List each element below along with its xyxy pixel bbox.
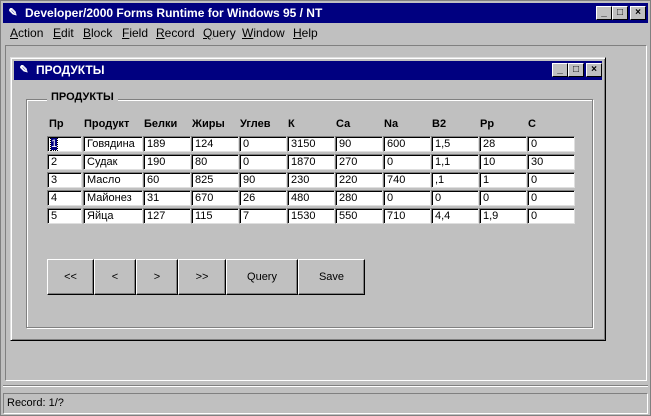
cell-c[interactable]: 0 [527,190,575,206]
cell-protein[interactable]: 31 [143,190,191,206]
col-header-id: Пр [49,118,64,130]
cell-id[interactable]: 5 [47,208,82,224]
cell-fat[interactable]: 124 [191,136,239,152]
query-button[interactable]: Query [226,259,298,295]
cell-carbs[interactable]: 7 [239,208,287,224]
col-header-b2: B2 [432,118,447,130]
cell-ca[interactable]: 90 [335,136,383,152]
cell-fat[interactable]: 80 [191,154,239,170]
cell-ca[interactable]: 220 [335,172,383,188]
cell-pp[interactable]: 0 [479,190,527,206]
cell-id[interactable]: 1 [47,136,82,152]
col-header-carbs: Углев [240,118,271,130]
products-window: ✎ ПРОДУКТЫ _ □ × ПРОДУКТЫ Пр Продукт Бел… [10,57,606,341]
next-record-button[interactable]: > [136,259,178,295]
cell-protein[interactable]: 190 [143,154,191,170]
cell-product[interactable]: Масло [83,172,143,188]
cell-k[interactable]: 3150 [287,136,335,152]
cell-k[interactable]: 1870 [287,154,335,170]
menu-query[interactable]: Query [203,26,236,40]
menu-field[interactable]: Field [122,26,148,40]
cell-b2[interactable]: 0 [431,190,479,206]
menu-edit[interactable]: Edit [53,26,74,40]
cell-b2[interactable]: ,1 [431,172,479,188]
cell-protein[interactable]: 60 [143,172,191,188]
status-bar: Record: 1/? [3,393,648,414]
menu-record[interactable]: Record [156,26,195,40]
cell-na[interactable]: 710 [383,208,431,224]
col-header-protein: Белки [144,118,178,130]
cell-ca[interactable]: 270 [335,154,383,170]
cell-product[interactable]: Майонез [83,190,143,206]
cell-b2[interactable]: 1,1 [431,154,479,170]
cell-id[interactable]: 3 [47,172,82,188]
cell-b2[interactable]: 4,4 [431,208,479,224]
cell-protein[interactable]: 127 [143,208,191,224]
cell-fat[interactable]: 115 [191,208,239,224]
child-close-button[interactable]: × [586,63,602,77]
menu-bar: Action Edit Block Field Record Query Win… [3,23,648,43]
cell-protein[interactable]: 189 [143,136,191,152]
cell-id[interactable]: 4 [47,190,82,206]
cell-product[interactable]: Судак [83,154,143,170]
prev-record-button[interactable]: < [94,259,136,295]
cell-na[interactable]: 0 [383,154,431,170]
cell-fat[interactable]: 670 [191,190,239,206]
cell-pp[interactable]: 28 [479,136,527,152]
col-header-na: Na [384,118,399,130]
cell-c[interactable]: 30 [527,154,575,170]
cell-b2[interactable]: 1,5 [431,136,479,152]
cell-pp[interactable]: 10 [479,154,527,170]
cell-k[interactable]: 1530 [287,208,335,224]
forms-window-icon[interactable]: ✎ [17,63,31,77]
maximize-button[interactable]: □ [612,6,628,20]
col-header-ca: Са [336,118,351,130]
menu-help[interactable]: Help [293,26,318,40]
menu-action[interactable]: Action [10,26,43,40]
products-window-title: ПРОДУКТЫ [36,63,105,77]
menu-block[interactable]: Block [83,26,112,40]
cell-product[interactable]: Говядина [83,136,143,152]
col-header-c: C [528,118,536,130]
menu-window[interactable]: Window [242,26,285,40]
cell-c[interactable]: 0 [527,208,575,224]
cell-na[interactable]: 740 [383,172,431,188]
app-title: Developer/2000 Forms Runtime for Windows… [25,6,323,20]
cell-ca[interactable]: 280 [335,190,383,206]
forms-app-icon[interactable]: ✎ [6,6,20,20]
cell-product[interactable]: Яйца [83,208,143,224]
col-header-product: Продукт [84,118,130,130]
last-record-button[interactable]: >> [178,259,226,295]
app-title-bar[interactable]: ✎ Developer/2000 Forms Runtime for Windo… [3,3,648,23]
cell-id[interactable]: 2 [47,154,82,170]
child-minimize-button[interactable]: _ [552,63,568,77]
child-maximize-button[interactable]: □ [568,63,584,77]
products-window-title-bar[interactable]: ✎ ПРОДУКТЫ _ □ × [14,61,602,80]
minimize-button[interactable]: _ [596,6,612,20]
cell-carbs[interactable]: 90 [239,172,287,188]
cell-k[interactable]: 480 [287,190,335,206]
close-button[interactable]: × [630,6,646,20]
cell-carbs[interactable]: 26 [239,190,287,206]
save-button[interactable]: Save [298,259,365,295]
cell-fat[interactable]: 825 [191,172,239,188]
col-header-fat: Жиры [192,118,225,130]
cell-c[interactable]: 0 [527,172,575,188]
products-group-label: ПРОДУКТЫ [47,91,118,103]
cell-ca[interactable]: 550 [335,208,383,224]
status-divider [3,385,648,387]
cell-carbs[interactable]: 0 [239,136,287,152]
app-window: ✎ Developer/2000 Forms Runtime for Windo… [0,0,651,416]
status-text: Record: 1/? [7,397,64,409]
cell-c[interactable]: 0 [527,136,575,152]
cell-na[interactable]: 0 [383,190,431,206]
first-record-button[interactable]: << [47,259,94,295]
cell-na[interactable]: 600 [383,136,431,152]
cell-pp[interactable]: 1,9 [479,208,527,224]
cell-carbs[interactable]: 0 [239,154,287,170]
cell-k[interactable]: 230 [287,172,335,188]
col-header-pp: Pp [480,118,495,130]
cell-pp[interactable]: 1 [479,172,527,188]
col-header-k: К [288,118,295,130]
